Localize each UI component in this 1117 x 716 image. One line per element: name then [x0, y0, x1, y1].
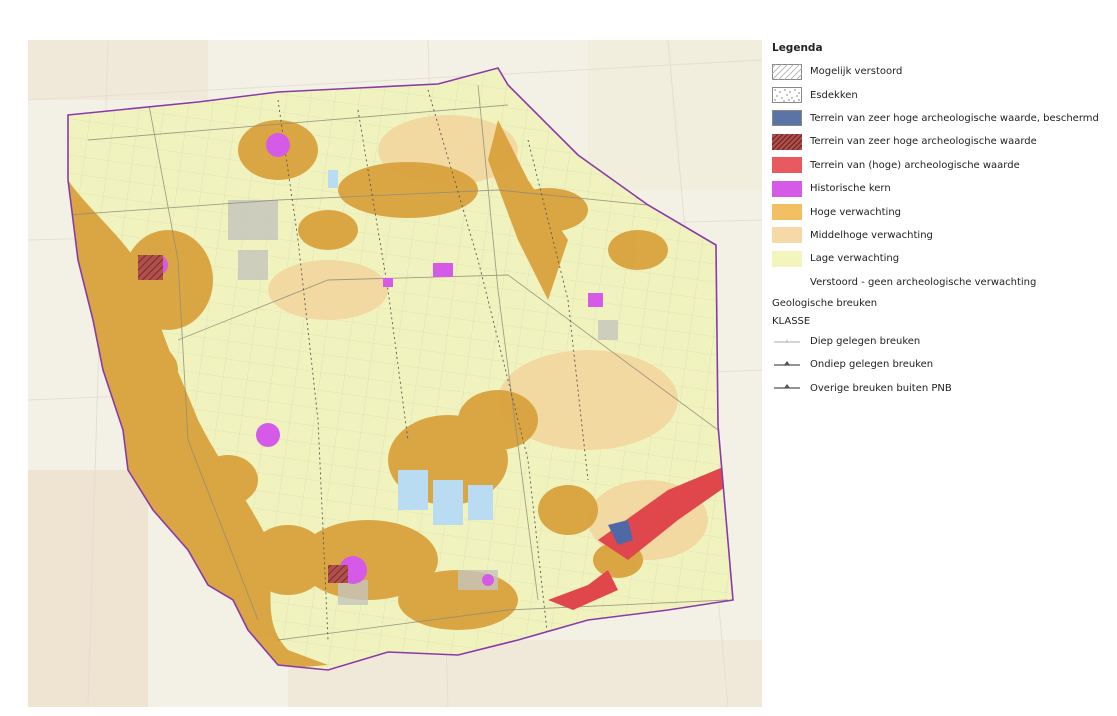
legend-item-esdekken: Esdekken [772, 83, 1114, 106]
legend-label: Historische kern [810, 183, 891, 195]
hatch-swatch-icon [772, 63, 802, 80]
legend-label: Esdekken [810, 89, 858, 101]
tan-swatch-icon [772, 227, 802, 244]
yellow-swatch-icon [772, 250, 802, 267]
light-line-icon [774, 338, 800, 343]
legend-item-historische-kern: Historische kern [772, 177, 1114, 200]
legend-label: Overige breuken buiten PNB [810, 382, 952, 394]
legend-item-zeer-hoge: Terrein van zeer hoge archeologische waa… [772, 130, 1114, 153]
legend: Legenda Mogelijk verstoord Esdekken Terr… [772, 42, 1114, 400]
legend-item-verstoord: Verstoord - geen archeologische verwacht… [772, 271, 1114, 294]
legend-item-hoge-verwachting: Hoge verwachting [772, 200, 1114, 223]
legend-label: Terrein van (hoge) archeologische waarde [810, 159, 1020, 171]
legend-label: Terrein van zeer hoge archeologische waa… [810, 136, 1037, 148]
legend-title: Legenda [772, 42, 823, 54]
dark-line-icon [774, 360, 800, 366]
legend-group-heading: Geologische breuken [772, 298, 878, 310]
red-swatch-icon [772, 157, 802, 174]
legend-label: Mogelijk verstoord [810, 66, 903, 78]
legend-group-subheading: KLASSE [772, 316, 811, 328]
legend-label: Middelhoge verwachting [810, 229, 933, 241]
legend-label: Terrein van zeer hoge archeologische waa… [810, 112, 1099, 124]
legend-item-zeer-hoge-beschermd: Terrein van zeer hoge archeologische waa… [772, 107, 1114, 130]
legend-item-overige-breuken: Overige breuken buiten PNB [772, 377, 1114, 400]
legend-label: Hoge verwachting [810, 206, 902, 218]
red-hatch-swatch-icon [772, 133, 802, 150]
dark-line-icon [774, 384, 800, 389]
orange-swatch-icon [772, 204, 802, 221]
dots-swatch-icon [772, 87, 802, 104]
blue-swatch-icon [772, 110, 802, 127]
legend-item-diep-breuken: Diep gelegen breuken [772, 330, 1114, 353]
legend-item-ondiep-breuken: Ondiep gelegen breuken [772, 353, 1114, 376]
legend-item-hoge-waarde: Terrein van (hoge) archeologische waarde [772, 154, 1114, 177]
legend-label: Verstoord - geen archeologische verwacht… [810, 276, 1037, 288]
legend-label: Lage verwachting [810, 253, 900, 265]
purple-swatch-icon [772, 180, 802, 197]
legend-label: Diep gelegen breuken [810, 336, 921, 348]
legend-item-lage-verwachting: Lage verwachting [772, 247, 1114, 270]
legend-label: Ondiep gelegen breuken [810, 359, 934, 371]
legend-item-middelhoge-verwachting: Middelhoge verwachting [772, 224, 1114, 247]
legend-item-mogelijk-verstoord: Mogelijk verstoord [772, 60, 1114, 83]
archaeology-map[interactable] [28, 40, 762, 707]
